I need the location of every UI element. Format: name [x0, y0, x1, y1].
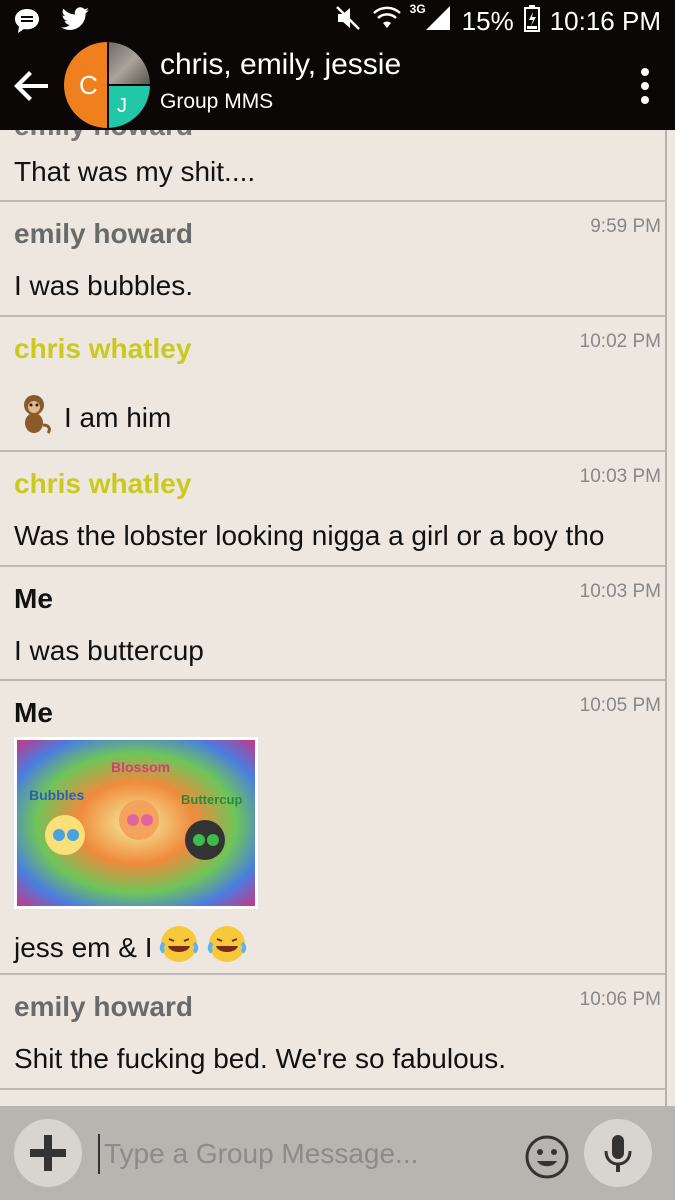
message-item[interactable]: chris whatley 10:03 PM Was the lobster l…	[0, 452, 665, 567]
message-text: jess em & I	[14, 931, 153, 963]
avatar-initial-j: J	[117, 95, 127, 117]
app-bar: C J chris, emily, jessie Group MMS	[0, 42, 675, 130]
message-time: 10:03 PM	[579, 466, 661, 487]
image-label-blossom: Blossom	[111, 759, 170, 775]
composer-bar: Type a Group Message...	[0, 1106, 675, 1200]
plus-icon	[30, 1135, 66, 1171]
clock: 10:16 PM	[549, 6, 661, 36]
attach-button[interactable]	[14, 1119, 82, 1187]
overflow-menu-icon[interactable]	[629, 64, 661, 108]
mute-icon	[334, 4, 362, 39]
monkey-emoji	[14, 393, 54, 442]
avatar-initial-c: C	[79, 70, 98, 100]
message-text: I was buttercup	[14, 635, 204, 666]
conversation-title[interactable]: chris, emily, jessie	[160, 48, 401, 82]
conversation-subtitle: Group MMS	[160, 90, 274, 113]
message-sender: emily howard	[14, 218, 193, 249]
message-text: I was bubbles.	[14, 270, 193, 301]
battery-icon	[523, 4, 540, 39]
laughing-emoji	[158, 923, 200, 972]
wifi-icon	[372, 4, 402, 39]
twitter-icon	[60, 6, 90, 41]
emoji-icon[interactable]	[524, 1134, 570, 1180]
mic-icon	[604, 1135, 632, 1172]
avatar-photo	[109, 42, 150, 84]
message-time: 10:06 PM	[579, 989, 661, 1010]
laughing-emoji	[206, 923, 248, 972]
scrollbar[interactable]	[665, 130, 675, 1106]
battery-level: 15%	[461, 6, 514, 36]
message-item[interactable]: emily howard 9:59 PM I was bubbles.	[0, 202, 665, 317]
message-time: 10:02 PM	[579, 331, 661, 352]
message-time: 9:59 PM	[590, 216, 661, 237]
message-item[interactable]: emily howard 10:06 PM Shit the fucking b…	[0, 975, 665, 1090]
mic-button[interactable]	[584, 1119, 652, 1187]
message-text: Shit the fucking bed. We're so fabulous.	[14, 1043, 507, 1074]
message-sender: chris whatley	[14, 468, 192, 499]
message-sender: Me	[14, 697, 53, 728]
message-text: I am him	[64, 401, 172, 433]
message-sender: emily howard	[14, 130, 193, 142]
message-time: 10:03 PM	[579, 581, 661, 602]
message-input[interactable]: Type a Group Message...	[98, 1134, 508, 1174]
status-bar: 3G 15% 10:16 PM	[0, 0, 675, 42]
image-label-bubbles: Bubbles	[29, 787, 84, 803]
image-attachment[interactable]: Bubbles Blossom Buttercup	[14, 737, 258, 909]
message-item[interactable]: chris whatley 10:02 PM I am him	[0, 317, 665, 452]
message-item[interactable]: Me 10:05 PM Bubbles Blossom Buttercup je…	[0, 681, 665, 975]
signal-icon: 3G	[410, 2, 452, 39]
message-sender: chris whatley	[14, 333, 192, 364]
chat-icon	[12, 6, 42, 41]
image-label-buttercup: Buttercup	[181, 792, 242, 807]
message-thread[interactable]: emily howard That was my shit.... emily …	[0, 130, 665, 1106]
message-text: Was the lobster looking nigga a girl or …	[14, 520, 605, 551]
message-item[interactable]: Me 10:03 PM I was buttercup	[0, 567, 665, 681]
back-arrow-icon[interactable]	[10, 64, 54, 108]
message-time: 10:05 PM	[579, 695, 661, 716]
group-avatar[interactable]: C J	[64, 42, 150, 128]
message-partial[interactable]: emily howard That was my shit....	[0, 130, 665, 202]
message-sender: Me	[14, 583, 53, 614]
message-sender: emily howard	[14, 991, 193, 1022]
